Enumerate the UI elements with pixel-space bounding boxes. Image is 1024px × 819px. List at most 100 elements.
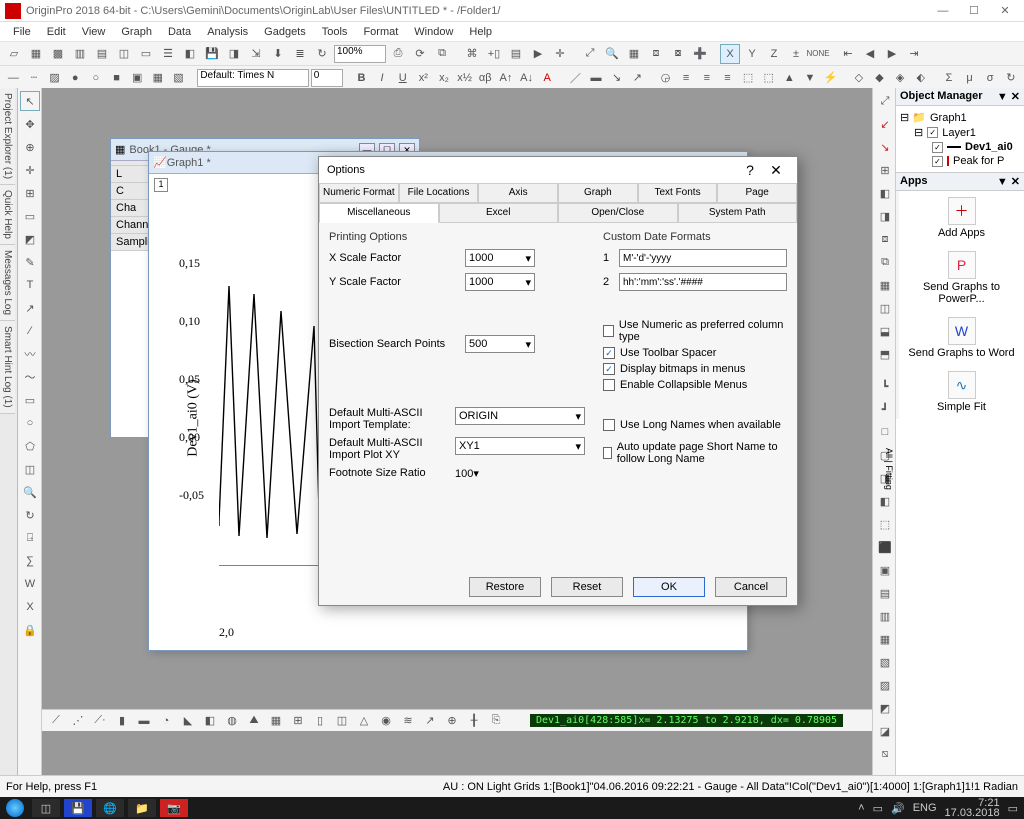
rv-icon[interactable]: ▣	[875, 560, 895, 580]
new-excel-icon[interactable]: ▩	[48, 44, 68, 64]
stats-icon[interactable]: Σ	[940, 68, 959, 88]
freehand-icon[interactable]: ～	[20, 367, 40, 387]
system-tray[interactable]: ˄ ▭ 🔊 ENG 7:2117.03.2018 ▭	[858, 798, 1018, 818]
stats2-icon[interactable]: μ	[960, 68, 979, 88]
rv-icon[interactable]: ◩	[875, 698, 895, 718]
app-item[interactable]: WSend Graphs to Word	[899, 311, 1024, 365]
circle-icon[interactable]: ○	[20, 413, 40, 433]
lock-icon[interactable]: 🔒	[20, 620, 40, 640]
chk-spacer[interactable]: ✓Use Toolbar Spacer	[603, 347, 787, 359]
plot-matrix-icon[interactable]: ⊞	[288, 711, 308, 731]
menu-edit[interactable]: Edit	[39, 26, 74, 38]
slideshow-icon[interactable]: ▶	[528, 44, 548, 64]
rv-icon[interactable]: ⧅	[875, 744, 895, 764]
rv-icon[interactable]: ┛	[875, 399, 895, 419]
y-scale-select[interactable]: 1000▾	[465, 273, 535, 291]
task-item[interactable]: 📷	[160, 799, 188, 817]
plot-scatter-icon[interactable]: ⋰	[68, 711, 88, 731]
chk-bitmaps[interactable]: ✓Display bitmaps in menus	[603, 363, 787, 375]
pattern-icon[interactable]: ▨	[45, 68, 64, 88]
bisect-select[interactable]: 500▾	[465, 335, 535, 353]
minimize-button[interactable]: —	[929, 5, 957, 17]
tree-graph[interactable]: ⊟ 📁 Graph1	[900, 110, 1020, 125]
messages-log-tab[interactable]: Messages Log	[0, 245, 15, 321]
menu-window[interactable]: Window	[406, 26, 461, 38]
tab-axis[interactable]: Axis	[478, 183, 558, 203]
open-template-icon[interactable]: ◧	[180, 44, 200, 64]
tab-graph[interactable]: Graph	[558, 183, 638, 203]
project-explorer-tab[interactable]: Project Explorer (1)	[0, 88, 15, 185]
greek-icon[interactable]: αβ	[476, 68, 495, 88]
tab-system-path[interactable]: System Path	[678, 203, 798, 223]
font-combo[interactable]: Default: Times N	[197, 69, 308, 87]
rv-icon[interactable]: ◨	[875, 206, 895, 226]
zoom-combo[interactable]: 100%	[334, 45, 386, 63]
plot-bar-icon[interactable]: ▬	[134, 711, 154, 731]
date-format-1[interactable]	[619, 249, 787, 267]
move-right-icon[interactable]: ▶	[882, 44, 902, 64]
draw-data-icon[interactable]: ✎	[20, 252, 40, 272]
tile-icon[interactable]: ▦	[624, 44, 644, 64]
line-style-icon[interactable]: —	[4, 68, 23, 88]
subscript-icon[interactable]: x₂	[435, 68, 454, 88]
plot-hist-icon[interactable]: ▯	[310, 711, 330, 731]
set-none-icon[interactable]: NONE	[808, 44, 828, 64]
date-format-2[interactable]	[619, 273, 787, 291]
chk-autoshort[interactable]: Auto update page Short Name to follow Lo…	[603, 441, 787, 465]
chk-longnames[interactable]: Use Long Names when available	[603, 419, 787, 431]
superscript-icon[interactable]: x²	[414, 68, 433, 88]
plot-ternary-icon[interactable]: △	[354, 711, 374, 731]
dialog-close-button[interactable]: ✕	[763, 162, 789, 179]
maximize-button[interactable]: ☐	[960, 4, 988, 17]
chk-numeric[interactable]: Use Numeric as preferred column type	[603, 319, 787, 343]
autoupdate-icon[interactable]: ↻	[1002, 68, 1021, 88]
stats3-icon[interactable]: σ	[981, 68, 1000, 88]
zoom-rect-icon[interactable]: 🔍	[20, 482, 40, 502]
symbol-shape-icon[interactable]: ○	[87, 68, 106, 88]
rv-icon[interactable]: ⬚	[875, 514, 895, 534]
tray-chevron-icon[interactable]: ˄	[858, 802, 864, 814]
tray-lang[interactable]: ENG	[913, 802, 937, 814]
rv-icon[interactable]: ↘	[875, 137, 895, 157]
menu-view[interactable]: View	[74, 26, 114, 38]
new-matrix-icon[interactable]: ▤	[92, 44, 112, 64]
rv-icon[interactable]: ▧	[875, 652, 895, 672]
cancel-button[interactable]: Cancel	[715, 577, 787, 597]
rv-icon[interactable]: ▥	[875, 606, 895, 626]
ascii-tpl-select[interactable]: ORIGIN▾	[455, 407, 585, 425]
bold-icon[interactable]: B	[352, 68, 371, 88]
apps-header[interactable]: Apps▼ ✕	[896, 173, 1024, 191]
tab-excel[interactable]: Excel	[439, 203, 559, 223]
plot-contour-icon[interactable]: ◍	[222, 711, 242, 731]
align-center-icon[interactable]: ≡	[697, 68, 716, 88]
plot-3d-icon[interactable]: ◧	[200, 711, 220, 731]
add-layer-icon[interactable]: ➕	[690, 44, 710, 64]
x-scale-select[interactable]: 1000▾	[465, 249, 535, 267]
insert-word-icon[interactable]: W	[20, 574, 40, 594]
align-right-icon[interactable]: ≡	[718, 68, 737, 88]
text-icon[interactable]: T	[20, 275, 40, 295]
plot-surface-icon[interactable]: ⛰	[244, 711, 264, 731]
plot-line-icon[interactable]: ⟋	[46, 711, 66, 731]
rv-icon[interactable]: ◪	[875, 721, 895, 741]
set-x-icon[interactable]: X	[720, 44, 740, 64]
rv-icon[interactable]: ▦	[875, 629, 895, 649]
menu-file[interactable]: File	[5, 26, 39, 38]
polyline-icon[interactable]: 〰	[20, 344, 40, 364]
tray-volume-icon[interactable]: 🔊	[891, 802, 905, 815]
new-project-icon[interactable]: ▱	[4, 44, 24, 64]
duplicate-icon[interactable]: ⧉	[432, 44, 452, 64]
arrow-begin-icon[interactable]: ↘	[607, 68, 626, 88]
misc1-icon[interactable]: ◇	[849, 68, 868, 88]
tab-text-fonts[interactable]: Text Fonts	[638, 183, 718, 203]
new-graph-icon[interactable]: ▥	[70, 44, 90, 64]
rv-icon[interactable]: ▦	[875, 275, 895, 295]
import-ascii-icon[interactable]: ⬇	[268, 44, 288, 64]
fill-color-icon[interactable]: ▣	[128, 68, 147, 88]
anti-alias-icon[interactable]: ◶	[656, 68, 675, 88]
rect-icon[interactable]: ▭	[20, 390, 40, 410]
tray-network-icon[interactable]: ▭	[873, 802, 883, 815]
plot-box-icon[interactable]: ◫	[332, 711, 352, 731]
group-icon[interactable]: ⬚	[739, 68, 758, 88]
line-icon[interactable]: ∕	[20, 321, 40, 341]
